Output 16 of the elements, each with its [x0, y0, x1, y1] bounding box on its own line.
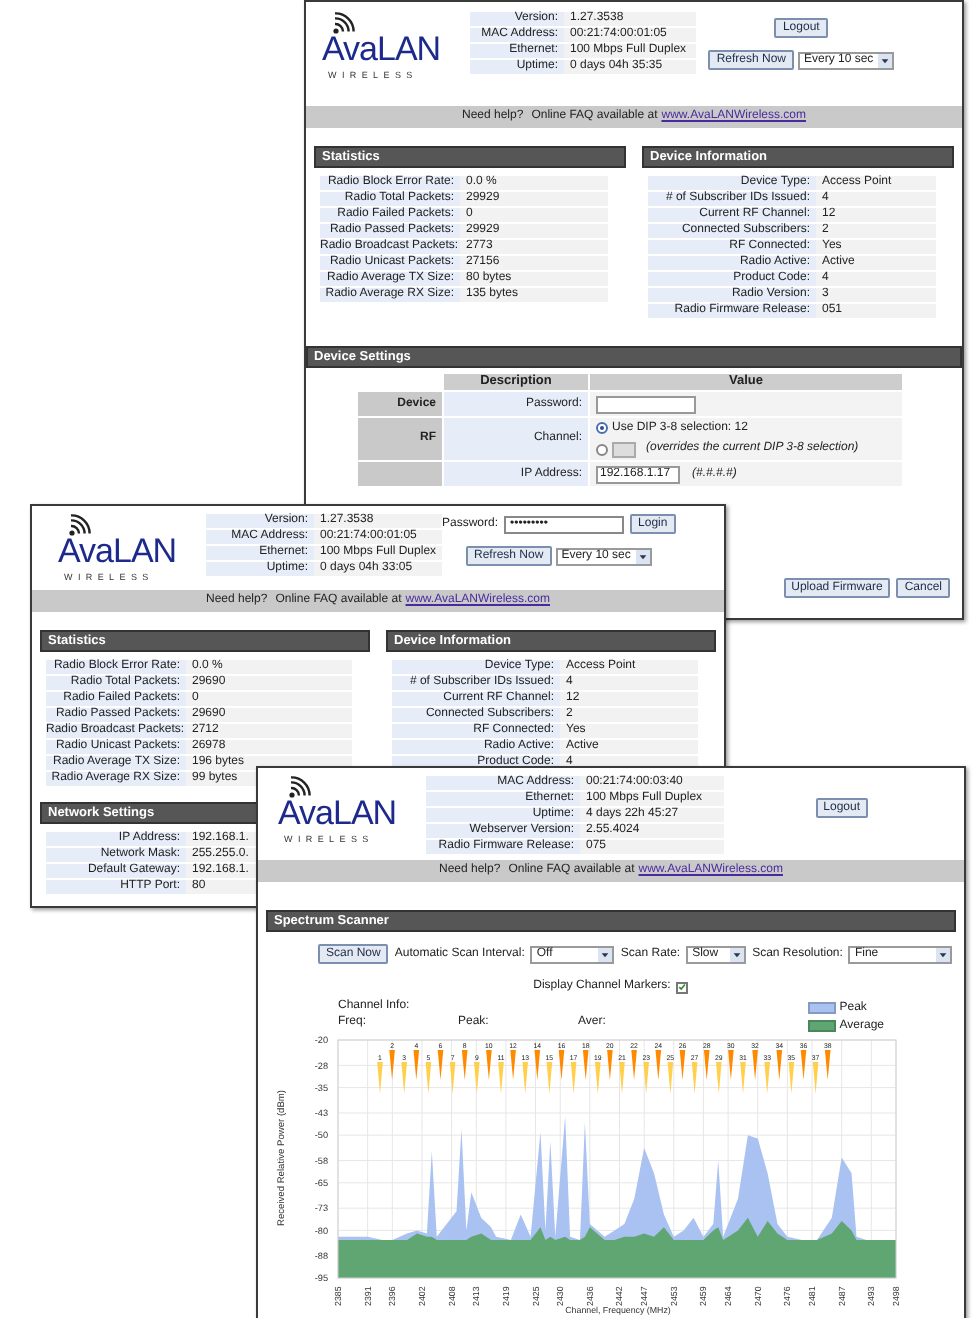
caret-icon: [635, 549, 650, 563]
caret-icon: [730, 947, 745, 961]
caret-icon: [878, 53, 892, 67]
checkbox[interactable]: [676, 981, 689, 993]
caret-icon: [936, 947, 951, 961]
channel-field[interactable]: [612, 441, 636, 457]
wifi-icon: [288, 776, 314, 798]
radio-button[interactable]: [596, 422, 608, 434]
wifi-icon: [332, 12, 358, 34]
table-cell: [358, 462, 442, 486]
logo-wordmark: AvaLAN: [322, 34, 441, 66]
caret-icon: [598, 947, 613, 961]
password-field[interactable]: [596, 395, 696, 413]
radio-button[interactable]: [596, 443, 608, 455]
wifi-icon: [68, 514, 94, 536]
logo-wordmark: AvaLAN: [58, 536, 177, 568]
